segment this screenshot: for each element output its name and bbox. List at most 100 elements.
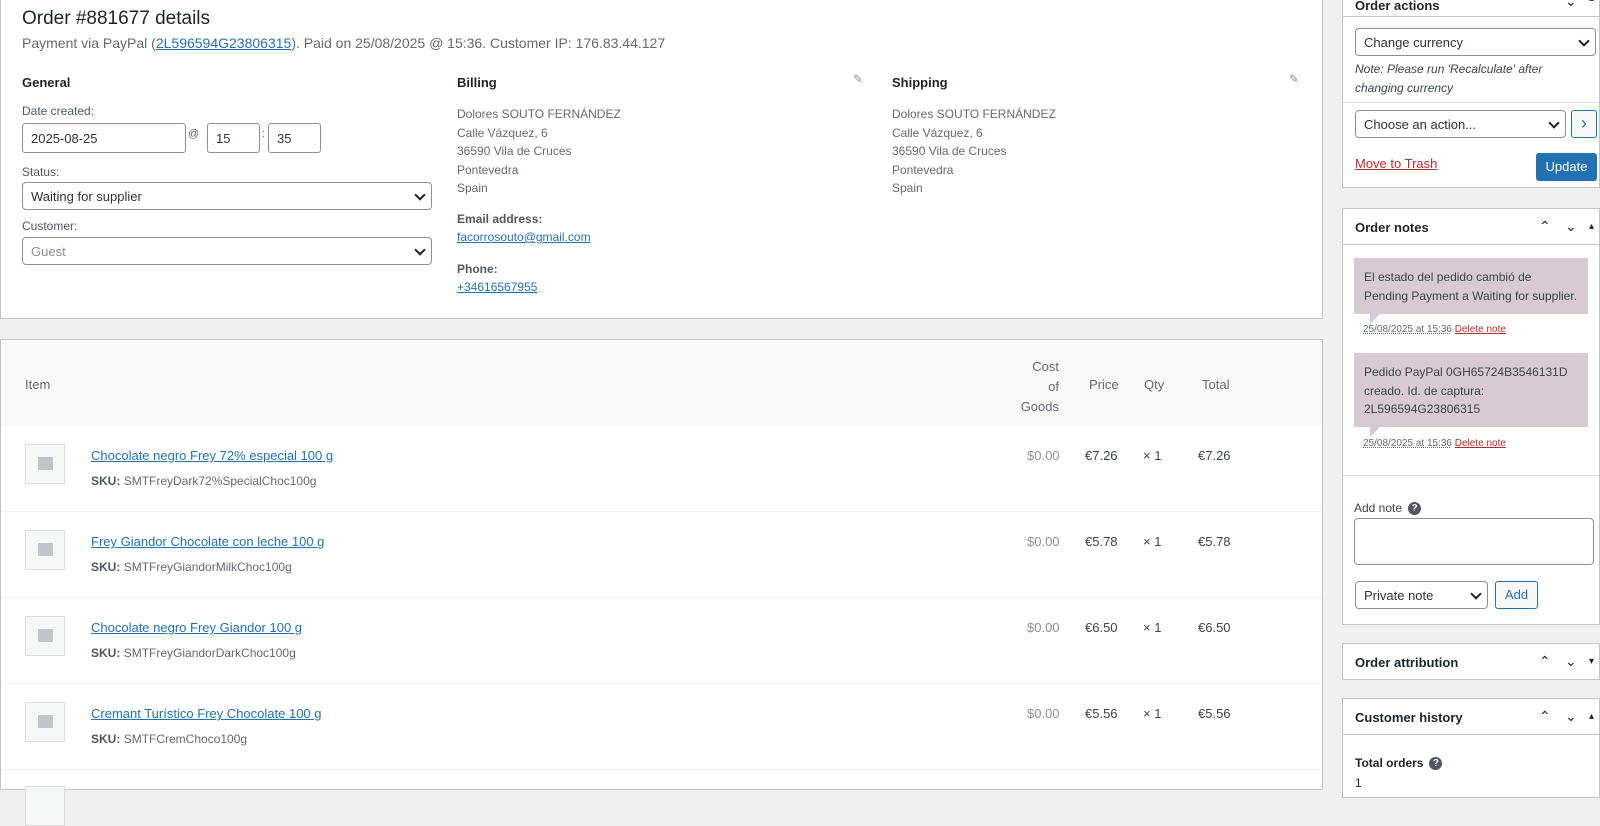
order-attribution-box: Order attribution ⌃ ⌄ ▾ <box>1342 643 1600 680</box>
order-items-panel: Item Cost of Goods Price Qty Total Choco… <box>0 339 1323 826</box>
status-label: Status: <box>22 165 60 179</box>
product-image-placeholder <box>25 616 65 656</box>
move-up-icon[interactable]: ⌃ <box>1539 653 1551 670</box>
status-select[interactable]: Waiting for supplier <box>22 182 432 210</box>
move-down-icon[interactable]: ⌄ <box>1565 708 1577 725</box>
product-link[interactable]: Frey Giandor Chocolate con leche 100 g <box>91 534 324 549</box>
order-actions-header: Order actions ⌃ ⌄ ▴ <box>1343 0 1599 17</box>
add-note-button[interactable]: Add <box>1495 581 1538 609</box>
chevron-down-icon <box>414 244 426 256</box>
collapse-icon[interactable]: ▴ <box>1589 221 1594 232</box>
cost-cell: $0.00 <box>1027 620 1060 635</box>
col-cost-of-goods: Cost of Goods <box>1011 357 1059 417</box>
shipping-address: Dolores SOUTO FERNÁNDEZ Calle Vázquez, 6… <box>892 105 1056 198</box>
minute-input[interactable]: 35 <box>268 123 321 153</box>
price-cell: €5.56 <box>1085 706 1118 721</box>
product-image-placeholder <box>25 786 65 826</box>
table-row: Cremant Turístico Frey Chocolate 100 g S… <box>1 684 1322 770</box>
note-meta: 25/08/2025 at 15:36 Delete note <box>1363 438 1506 449</box>
col-cost-word-2: of <box>1048 379 1059 394</box>
chevron-down-icon <box>1470 588 1482 600</box>
shipping-country: Spain <box>892 181 923 195</box>
product-link[interactable]: Chocolate negro Frey Giandor 100 g <box>91 620 302 635</box>
change-currency-select[interactable]: Change currency <box>1355 28 1596 56</box>
action-select-value: Choose an action... <box>1364 117 1477 132</box>
image-icon <box>38 543 53 556</box>
sidebar: Order actions ⌃ ⌄ ▴ Change currency Note… <box>1342 0 1600 798</box>
order-action-select[interactable]: Choose an action... <box>1355 110 1566 138</box>
delete-note-link[interactable]: Delete note <box>1455 324 1506 335</box>
product-link[interactable]: Cremant Turístico Frey Chocolate 100 g <box>91 706 322 721</box>
order-data-panel: Order #881677 details Payment via PayPal… <box>0 0 1323 319</box>
product-sku: SKU: SMTFreyGiandorDarkChoc100g <box>91 646 296 660</box>
price-cell: €5.78 <box>1085 534 1118 549</box>
customer-history-title: Customer history <box>1355 710 1463 725</box>
price-cell: €7.26 <box>1085 448 1118 463</box>
move-up-icon[interactable]: ⌃ <box>1539 218 1551 235</box>
help-icon[interactable]: ? <box>1429 757 1443 771</box>
email-link[interactable]: facorrosouto@gmail.com <box>457 230 591 244</box>
page-title: Order #881677 details <box>22 8 211 29</box>
qty-cell: × 1 <box>1143 448 1162 463</box>
transaction-link[interactable]: 2L596594G23806315 <box>156 35 291 51</box>
edit-billing-pencil-icon[interactable]: ✎ <box>853 72 863 86</box>
product-image-placeholder <box>25 530 65 570</box>
col-item: Item <box>25 377 51 392</box>
image-icon <box>38 457 53 470</box>
total-orders-value: 1 <box>1355 776 1362 790</box>
date-created-input[interactable]: 2025-08-25 <box>22 123 186 153</box>
col-price: Price <box>1089 377 1119 392</box>
product-link[interactable]: Chocolate negro Frey 72% especial 100 g <box>91 448 333 463</box>
product-sku: SKU: SMTFreyDark72%SpecialChoc100g <box>91 474 316 488</box>
move-up-icon[interactable]: ⌃ <box>1539 708 1551 725</box>
order-note: Pedido PayPal 0GH65724B3546131D creado. … <box>1354 353 1588 437</box>
product-sku: SKU: SMTFCremChoco100g <box>91 732 247 746</box>
total-cell: €5.78 <box>1198 534 1231 549</box>
product-sku: SKU: SMTFreyGiandorMilkChoc100g <box>91 560 292 574</box>
order-actions-box: Order actions ⌃ ⌄ ▴ Change currency Note… <box>1342 0 1600 188</box>
note-type-select[interactable]: Private note <box>1355 581 1488 609</box>
table-row: Chocolate negro Frey Giandor 100 g SKU: … <box>1 598 1322 684</box>
order-actions-title: Order actions <box>1355 0 1440 13</box>
add-note-textarea[interactable] <box>1354 518 1594 565</box>
move-down-icon[interactable]: ⌄ <box>1565 0 1577 10</box>
cost-cell: $0.00 <box>1027 448 1060 463</box>
order-payment-summary: Payment via PayPal (2L596594G23806315). … <box>22 35 665 51</box>
update-button[interactable]: Update <box>1536 153 1597 181</box>
currency-select-value: Change currency <box>1364 35 1463 50</box>
cost-cell: $0.00 <box>1027 534 1060 549</box>
chevron-down-icon <box>1578 35 1590 47</box>
edit-shipping-pencil-icon[interactable]: ✎ <box>1289 72 1299 86</box>
hour-input[interactable]: 15 <box>207 123 260 153</box>
move-down-icon[interactable]: ⌄ <box>1565 218 1577 235</box>
order-attribution-title: Order attribution <box>1355 655 1459 670</box>
sku-value: SMTFreyDark72%SpecialChoc100g <box>123 474 317 488</box>
move-down-icon[interactable]: ⌄ <box>1565 653 1577 670</box>
move-to-trash-link[interactable]: Move to Trash <box>1355 156 1437 171</box>
expand-icon[interactable]: ▾ <box>1589 656 1594 667</box>
customer-label: Customer: <box>22 219 78 233</box>
billing-street: Calle Vázquez, 6 <box>457 125 548 140</box>
col-qty: Qty <box>1144 377 1165 392</box>
note-meta: 25/08/2025 at 15:36 Delete note <box>1363 324 1506 335</box>
total-orders-text: Total orders <box>1355 756 1424 770</box>
image-icon <box>38 629 53 642</box>
phone-link[interactable]: +34616567955 <box>457 280 537 294</box>
move-up-icon[interactable]: ⌃ <box>1539 0 1551 10</box>
phone-label: Phone: <box>457 262 498 276</box>
apply-action-button[interactable]: › <box>1571 110 1597 138</box>
customer-select[interactable]: Guest <box>22 237 432 265</box>
items-table-header: Item Cost of Goods Price Qty Total <box>1 340 1322 426</box>
add-note-text: Add note <box>1354 501 1403 515</box>
total-orders-label: Total orders? <box>1355 756 1443 771</box>
collapse-icon[interactable]: ▴ <box>1589 0 1594 4</box>
table-row: Chocolate negro Frey 72% especial 100 g … <box>1 426 1322 512</box>
order-notes-title: Order notes <box>1355 220 1429 235</box>
product-image-placeholder <box>25 702 65 742</box>
divider <box>1343 475 1599 476</box>
help-icon[interactable]: ? <box>1408 502 1422 516</box>
billing-country: Spain <box>457 181 488 195</box>
delete-note-link[interactable]: Delete note <box>1455 438 1506 449</box>
collapse-icon[interactable]: ▴ <box>1589 711 1594 722</box>
currency-note: Note: Please run 'Recalculate' after cha… <box>1355 62 1543 95</box>
